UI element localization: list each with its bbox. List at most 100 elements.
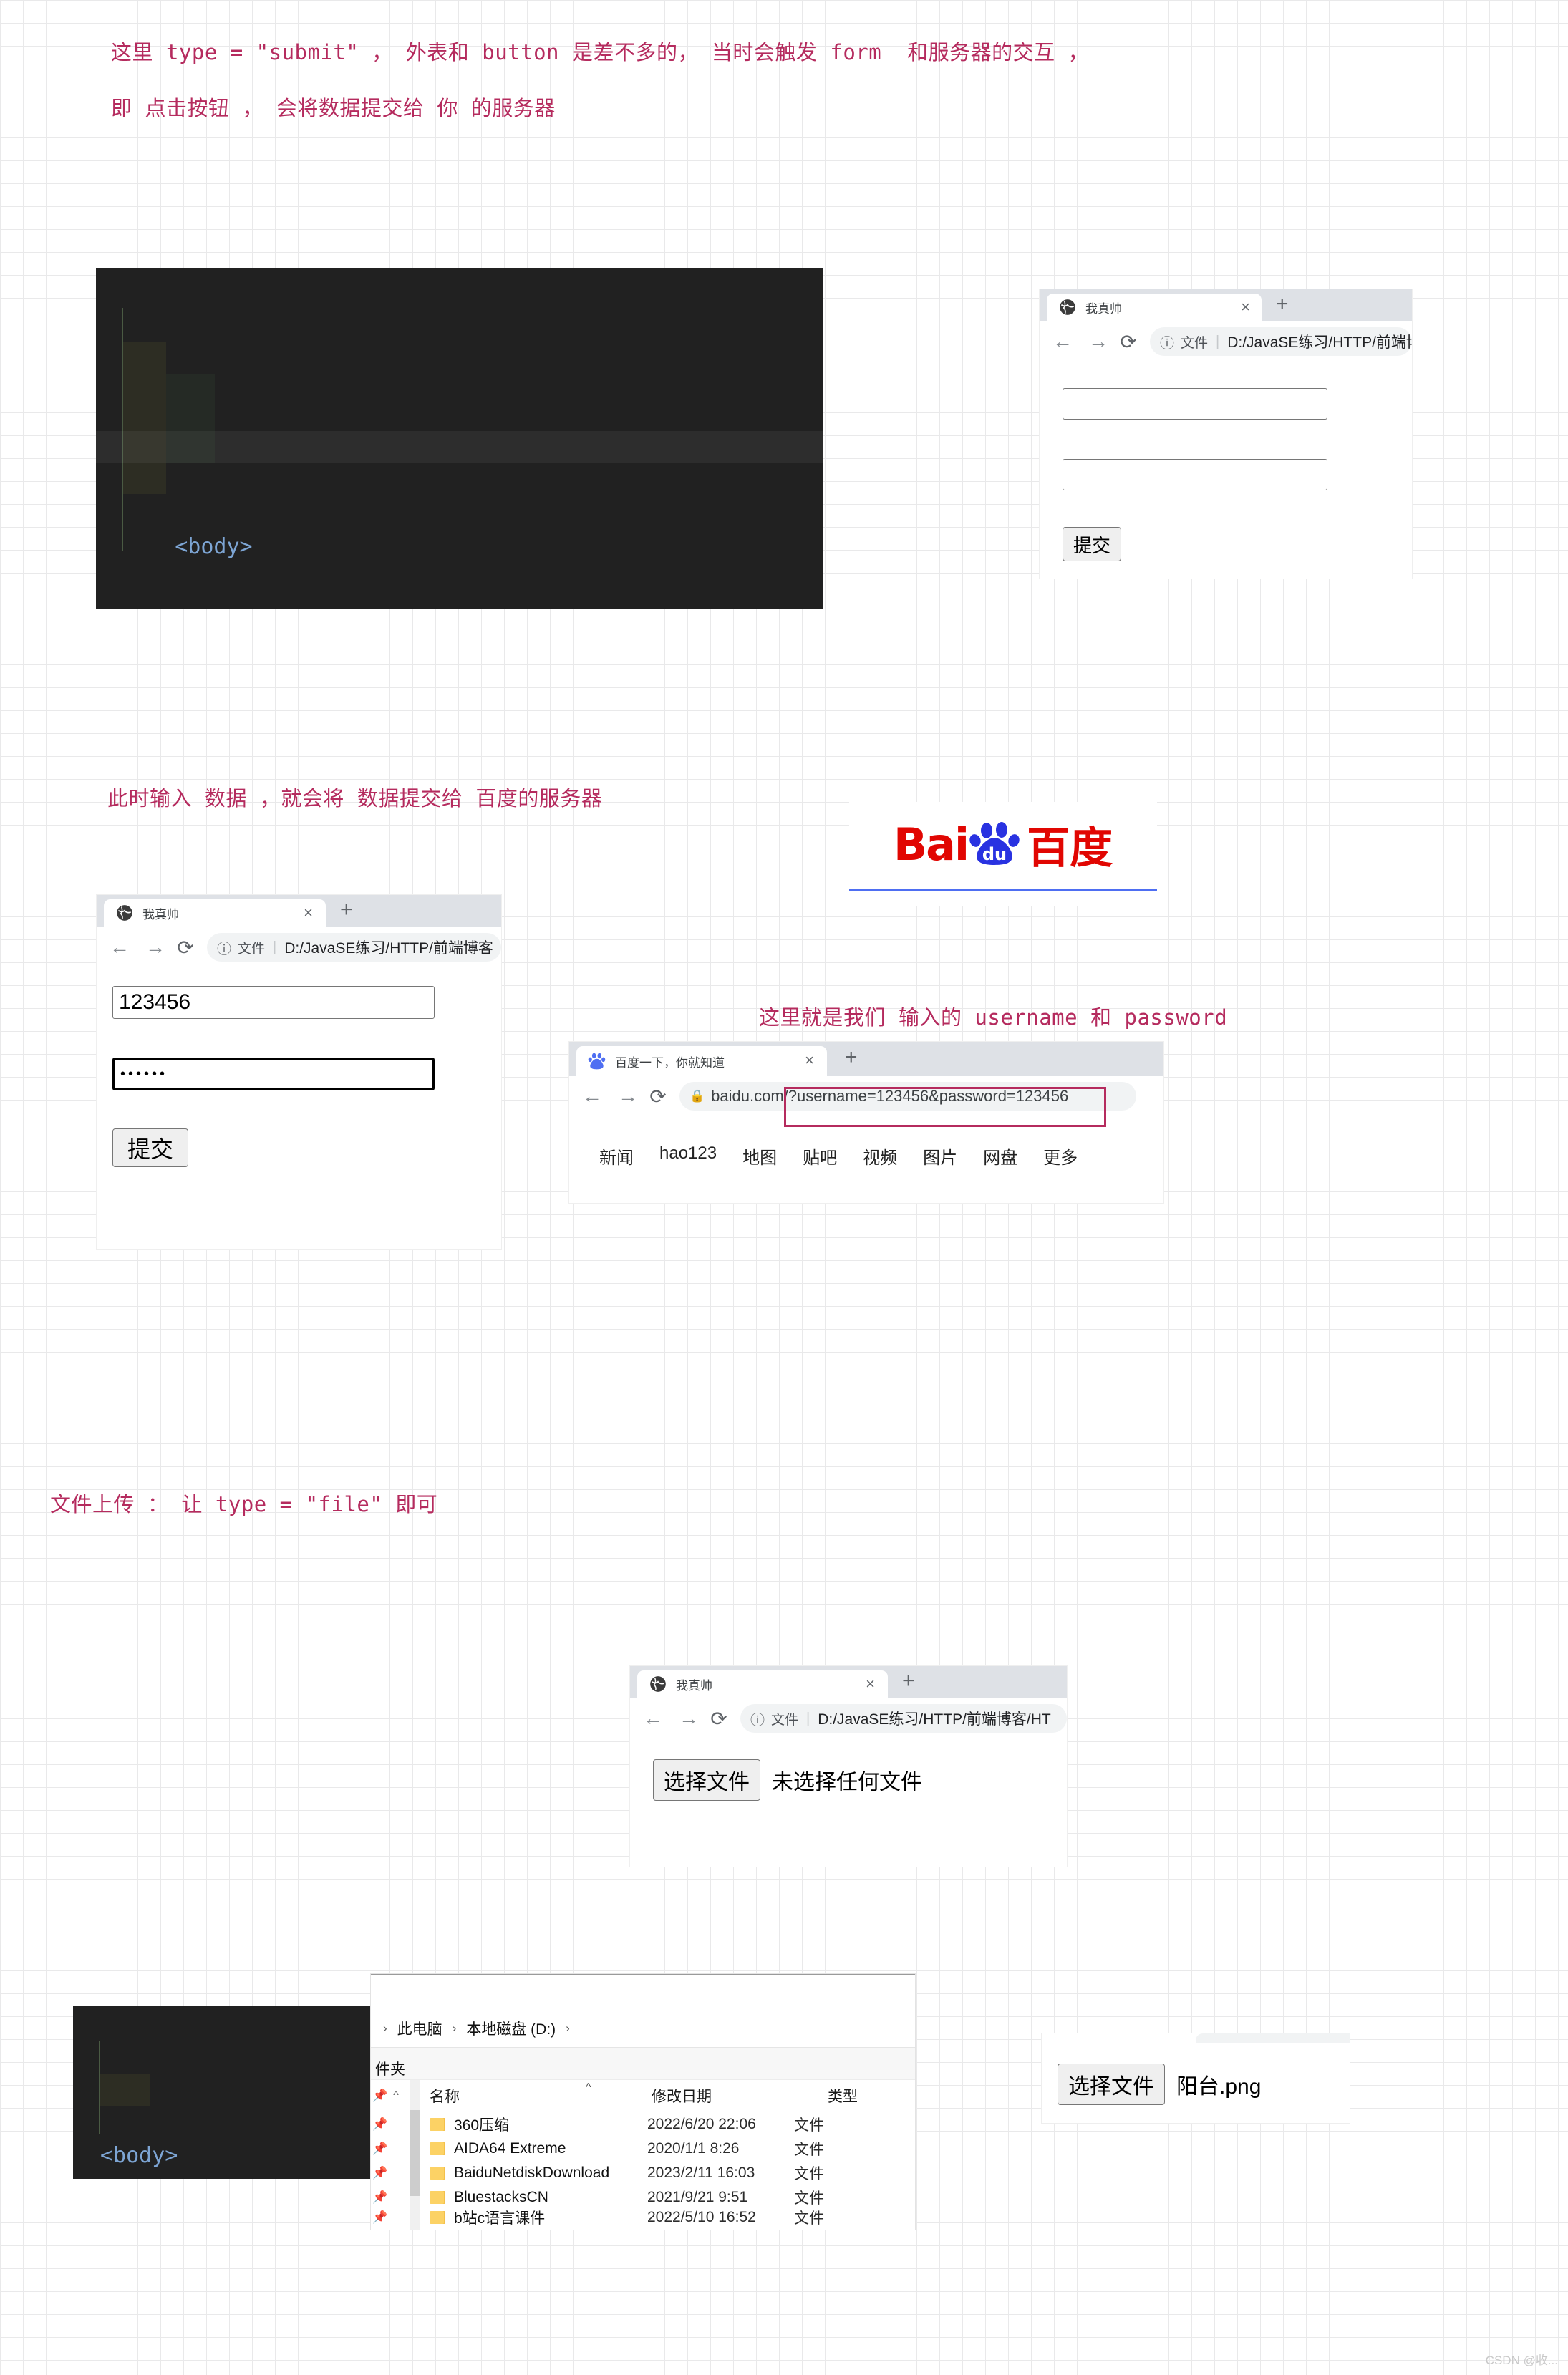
back-button[interactable]: ← (1050, 330, 1075, 353)
baidu-logo: Bai du 百度 (849, 802, 1157, 886)
browser-toolbar: ← → ⟳ ⓘ 文件 | D:/JavaSE练习/HTTP/前端博客/HT (630, 1698, 1067, 1739)
breadcrumb-separator-icon: › (452, 2021, 457, 2035)
lock-icon: 🔒 (689, 1089, 705, 1103)
table-row[interactable]: 📌 BaiduNetdiskDownload 2023/2/11 16:03 文… (371, 2161, 915, 2185)
pin-icon: 📌 (372, 2190, 388, 2204)
baidu-nav-item[interactable]: 更多 (1043, 1143, 1078, 1169)
column-header-date[interactable]: 修改日期 (652, 2085, 766, 2106)
password-input[interactable] (1063, 459, 1327, 490)
tab-close-icon[interactable]: × (1241, 299, 1250, 315)
baidu-nav: 新闻 hao123 地图 贴吧 视频 图片 网盘 更多 (599, 1143, 1078, 1169)
new-tab-button[interactable]: + (845, 1047, 858, 1068)
browser-tab[interactable]: 我真帅 × (1047, 294, 1262, 321)
choose-file-button[interactable]: 选择文件 (653, 1759, 760, 1801)
back-button[interactable]: ← (107, 936, 132, 959)
folder-icon (430, 2211, 445, 2224)
globe-icon (117, 905, 132, 921)
browser-tab[interactable]: 我真帅 × (637, 1670, 888, 1698)
tab-close-icon[interactable]: × (805, 1053, 814, 1068)
forward-button[interactable]: → (142, 936, 168, 959)
baidu-nav-item[interactable]: 图片 (923, 1143, 957, 1169)
table-row[interactable]: 📌 BluestacksCN 2021/9/21 9:51 文件 (371, 2185, 915, 2210)
file-date: 2023/2/11 16:03 (647, 2164, 755, 2181)
baidu-logo-text-cn: 百度 (1027, 823, 1113, 874)
browser-tab[interactable]: 百度一下，你就知道 × (576, 1046, 827, 1076)
reload-button[interactable]: ⟳ (173, 936, 198, 959)
column-header-type[interactable]: 类型 (828, 2085, 858, 2106)
omni-url: D:/JavaSE练习/HTTP/前端博客/HT (818, 1711, 1051, 1728)
reload-button[interactable]: ⟳ (1115, 330, 1141, 354)
file-name: BaiduNetdiskDownload (454, 2164, 610, 2181)
username-input[interactable]: 123456 (112, 986, 435, 1019)
note-submit-line1: 这里 type = "submit" ， 外表和 button 是差不多的， 当… (111, 40, 1090, 64)
omni-url: D:/JavaSE练习/HTTP/前端博客/HTM (1227, 334, 1412, 351)
new-tab-button[interactable]: + (902, 1670, 915, 1692)
address-bar[interactable]: ⓘ 文件 | D:/JavaSE练习/HTTP/前端博客 (207, 933, 501, 962)
reload-button[interactable]: ⟳ (645, 1085, 671, 1108)
tab-title: 百度一下，你就知道 (615, 1055, 725, 1070)
note-url-params: 这里就是我们 输入的 username 和 password (759, 1005, 1228, 1030)
file-explorer-dialog: › 此电脑 › 本地磁盘 (D:) › 件夹 📌 ^ 名称 修改日期 类型 ^ … (371, 1974, 915, 2230)
password-masked-value: •••••• (120, 1065, 168, 1082)
back-button[interactable]: ← (640, 1707, 666, 1730)
omni-scheme-label: 文件 (1181, 335, 1209, 351)
submit-button[interactable]: 提交 (1063, 527, 1121, 561)
table-row[interactable]: 📌 b站c语言课件 2022/5/10 16:52 文件 (371, 2210, 915, 2225)
baidu-divider (849, 889, 1157, 891)
omni-url: D:/JavaSE练习/HTTP/前端博客 (284, 940, 493, 957)
forward-button[interactable]: → (1085, 330, 1111, 353)
back-button[interactable]: ← (579, 1085, 605, 1108)
address-bar[interactable]: ⓘ 文件 | D:/JavaSE练习/HTTP/前端博客/HTM (1150, 327, 1412, 356)
info-icon: ⓘ (217, 941, 231, 957)
info-icon: ⓘ (1160, 335, 1174, 352)
baidu-nav-item[interactable]: 地图 (742, 1143, 777, 1169)
sort-caret-icon: ^ (393, 2089, 399, 2101)
forward-button[interactable]: → (676, 1707, 702, 1730)
explorer-column-header: 📌 ^ 名称 修改日期 类型 ^ (371, 2080, 915, 2112)
note-submit-line2: 即 点击按钮 ， 会将数据提交给 你 的服务器 (111, 96, 556, 120)
omni-scheme-label: 文件 (238, 941, 266, 957)
browser-tab[interactable]: 我真帅 × (104, 899, 326, 927)
tab-strip: 我真帅 × + (630, 1666, 1067, 1698)
choose-file-button[interactable]: 选择文件 (1058, 2064, 1165, 2105)
code-line: <body> (100, 2143, 178, 2168)
watermark: CSDN @收... (1485, 2354, 1558, 2367)
tab-close-icon[interactable]: × (866, 1676, 875, 1692)
username-input[interactable] (1063, 388, 1327, 420)
file-date: 2022/6/20 22:06 (647, 2116, 756, 2132)
code-line: <body> (175, 534, 253, 559)
baidu-header-panel: Bai du 百度 (849, 802, 1157, 906)
new-tab-button[interactable]: + (340, 899, 353, 921)
baidu-nav-item[interactable]: hao123 (659, 1143, 717, 1169)
address-bar[interactable]: ⓘ 文件 | D:/JavaSE练习/HTTP/前端博客/HT (740, 1704, 1067, 1733)
baidu-nav-item[interactable]: 贴吧 (803, 1143, 837, 1169)
sort-indicator-icon: ^ (586, 2081, 591, 2094)
new-tab-button[interactable]: + (1276, 294, 1289, 315)
omni-scheme-label: 文件 (771, 1712, 799, 1728)
baidu-nav-item[interactable]: 视频 (863, 1143, 897, 1169)
svg-text:du: du (982, 844, 1007, 864)
baidu-nav-item[interactable]: 网盘 (983, 1143, 1017, 1169)
omni-separator: | (273, 939, 277, 955)
submit-button[interactable]: 提交 (112, 1128, 188, 1167)
file-type: 文件 (794, 2117, 824, 2134)
page-content: 123456 •••••• 提交 (97, 968, 501, 1249)
breadcrumb-item[interactable]: 此电脑 (397, 2018, 442, 2039)
reload-button[interactable]: ⟳ (706, 1707, 732, 1731)
column-header-name[interactable]: 名称 (402, 2085, 536, 2106)
pin-icon: 📌 (372, 2117, 388, 2131)
baidu-nav-item[interactable]: 新闻 (599, 1143, 634, 1169)
page-content: 新闻 hao123 地图 贴吧 视频 图片 网盘 更多 (569, 1116, 1163, 1203)
forward-button[interactable]: → (615, 1085, 641, 1108)
pin-icon: 📌 (372, 2142, 388, 2155)
browser-toolbar: ← → ⟳ ⓘ 文件 | D:/JavaSE练习/HTTP/前端博客 (97, 927, 501, 968)
explorer-scrollbar-thumb[interactable] (410, 2110, 420, 2196)
table-row[interactable]: 📌 360压缩 2022/6/20 22:06 文件 (371, 2112, 915, 2137)
file-status-label: 未选择任何文件 (772, 1771, 922, 1794)
browser-tabstrip-sliver (1196, 2033, 1350, 2043)
tab-close-icon[interactable]: × (304, 905, 313, 921)
table-row[interactable]: 📌 AIDA64 Extreme 2020/1/1 8:26 文件 (371, 2137, 915, 2161)
password-input[interactable]: •••••• (112, 1058, 435, 1090)
breadcrumb-item[interactable]: 本地磁盘 (D:) (466, 2018, 556, 2039)
